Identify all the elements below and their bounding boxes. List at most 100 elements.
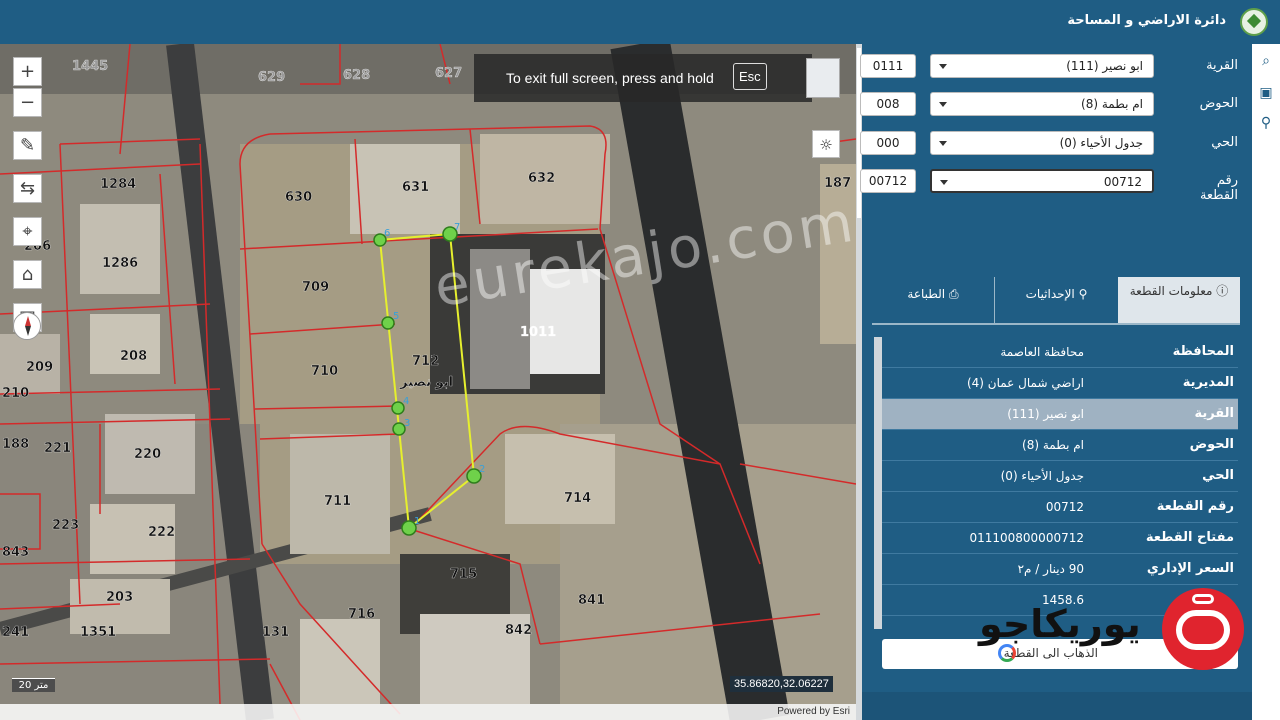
info-scrollbar[interactable] (874, 337, 882, 629)
district-select[interactable]: جدول الأحياء (0) (930, 131, 1154, 155)
parcel-label: 188 (2, 437, 29, 452)
parcel-label: 208 (120, 349, 147, 364)
parcel-label: 628 (343, 68, 370, 83)
parcel-label: 714 (564, 491, 591, 506)
parcel-label: 630 (285, 190, 312, 205)
district-code-field[interactable]: 000 (860, 131, 916, 155)
parcel-label: 841 (578, 593, 605, 608)
parcel-label: 629 (258, 70, 285, 85)
building (300, 619, 380, 704)
parcel-label: 1351 (80, 625, 116, 640)
parcel-label: 1445 (72, 59, 108, 74)
vertex-label: 1 (414, 516, 420, 527)
parcel-label: 716 (348, 607, 375, 622)
info-row: الحي جدول الأحياء (0) (878, 461, 1238, 492)
parcel-select[interactable]: 00712 (930, 169, 1154, 193)
parcel-label: 711 (324, 494, 351, 509)
header-bar: دائرة الاراضي و المساحة (0, 0, 1280, 44)
filter-label: الحي (1211, 135, 1238, 150)
filter-row-basin: الحوض ام بطمة (8) 008 (860, 92, 1238, 118)
info-row: المديرية اراضي شمال عمان (4) (878, 368, 1238, 399)
filter-row-district: الحي جدول الأحياء (0) 000 (860, 131, 1238, 157)
measure-icon[interactable]: ⇆ (13, 174, 42, 203)
tabs-divider (872, 323, 1240, 325)
filter-label: الحوض (1199, 96, 1238, 111)
parcel-label: 210 (2, 386, 29, 401)
chevron-down-icon (939, 102, 947, 107)
basin-code-field[interactable]: 008 (860, 92, 916, 116)
parcel-label: 203 (106, 590, 133, 605)
tab-parcel-info[interactable]: ⓘ معلومات القطعة (1118, 277, 1240, 323)
parcel-info-table: المحافظة محافظة العاصمة المديرية اراضي شما… (878, 337, 1238, 616)
parcel-label: 709 (302, 280, 329, 295)
parcel-label: 221 (44, 441, 71, 456)
parcel-label: 241 (2, 625, 29, 640)
filter-label: القرية (1206, 58, 1238, 73)
compass-icon[interactable] (13, 312, 41, 340)
vertex-label: 4 (403, 396, 409, 407)
basin-select[interactable]: ام بطمة (8) (930, 92, 1154, 116)
home-icon[interactable]: ⌂ (13, 260, 42, 289)
parcel-label: 843 (2, 545, 29, 560)
parcel-label: 1284 (100, 177, 136, 192)
dls-logo-icon (1240, 8, 1268, 36)
village-select[interactable]: ابو نصير (111) (930, 54, 1154, 78)
esc-key: Esc (733, 63, 767, 90)
parcel-label: 710 (311, 364, 338, 379)
brand-logo-icon (1162, 588, 1244, 670)
parcel-code-field[interactable]: 00712 (860, 169, 916, 193)
chevron-down-icon (940, 180, 948, 185)
parcel-label: 209 (26, 360, 53, 375)
info-row: الحوض ام بطمة (8) (878, 430, 1238, 461)
parcel-label: 632 (528, 171, 555, 186)
attribution-text: Powered by Esri (777, 706, 850, 717)
info-tabs: ⓘ معلومات القطعة ⚲ الإحداثيات ⎙ الطباعة (872, 277, 1240, 323)
chevron-down-icon (939, 64, 947, 69)
parcel-label: 712 (412, 354, 439, 369)
building (80, 204, 160, 294)
filter-row-parcel: رقم القطعة 00712 00712 (860, 169, 1238, 207)
parcel-label: 631 (402, 180, 429, 195)
parcel-label: 627 (435, 66, 462, 81)
village-code-field[interactable]: 0111 (860, 54, 916, 78)
scale-bar: 20 متر (12, 678, 55, 692)
parcel-label: 131 (262, 625, 289, 640)
tab-coordinates[interactable]: ⚲ الإحداثيات (994, 277, 1118, 323)
parcel-label: 220 (134, 447, 161, 462)
vertex-label: 6 (384, 228, 390, 239)
parcel-label: 222 (148, 525, 175, 540)
vertex-label: 5 (393, 311, 399, 322)
parcel-label: 223 (52, 518, 79, 533)
location-pin-icon[interactable]: ⚲ (1257, 114, 1275, 132)
info-row: القرية ابو نصير (111) (878, 399, 1238, 430)
locate-icon[interactable]: ⌖ (13, 217, 42, 246)
tab-print[interactable]: ⎙ الطباعة (872, 277, 994, 323)
parcel-label: 1286 (102, 256, 138, 271)
app-title: دائرة الاراضي و المساحة (1067, 13, 1226, 28)
fullscreen-message: To exit full screen, press and hold (506, 70, 714, 86)
fullscreen-notice: To exit full screen, press and hold Esc (474, 54, 812, 102)
parcel-label: 1011 (520, 325, 556, 340)
map-toolbar: + − ✎ ⇆ ⌖ ⌂ ◪ (13, 57, 42, 334)
building (90, 314, 160, 374)
vertex-label: 3 (404, 418, 410, 429)
sun-icon[interactable]: ☼ (812, 130, 840, 158)
parcel-label: 842 (505, 623, 532, 638)
brand-watermark: يوريكاجو (977, 580, 1247, 690)
coordinates-readout: 35.86820,32.06227 (730, 676, 833, 692)
info-row: المحافظة محافظة العاصمة (878, 337, 1238, 368)
vertex-label: 7 (454, 222, 460, 233)
pencil-icon[interactable]: ✎ (13, 131, 42, 160)
info-row: مفتاح القطعة 011100800000712 (878, 523, 1238, 554)
overview-map[interactable] (806, 58, 840, 98)
map-canvas[interactable]: 6 7 5 4 3 2 1 1445 629 628 627 1284 630 … (0, 44, 856, 720)
map-view[interactable]: 6 7 5 4 3 2 1 1445 629 628 627 1284 630 … (0, 44, 856, 720)
right-toolbar: ⌕ ▣ ⚲ (1252, 44, 1280, 720)
zoom-in-button[interactable]: + (13, 57, 42, 86)
zoom-out-button[interactable]: − (13, 88, 42, 117)
info-row: رقم القطعة 00712 (878, 492, 1238, 523)
layers-icon[interactable]: ▣ (1257, 84, 1275, 102)
search-icon[interactable]: ⌕ (1257, 52, 1275, 70)
vertex-label: 2 (479, 464, 485, 475)
parcel-label: ابو نصير (399, 375, 453, 390)
